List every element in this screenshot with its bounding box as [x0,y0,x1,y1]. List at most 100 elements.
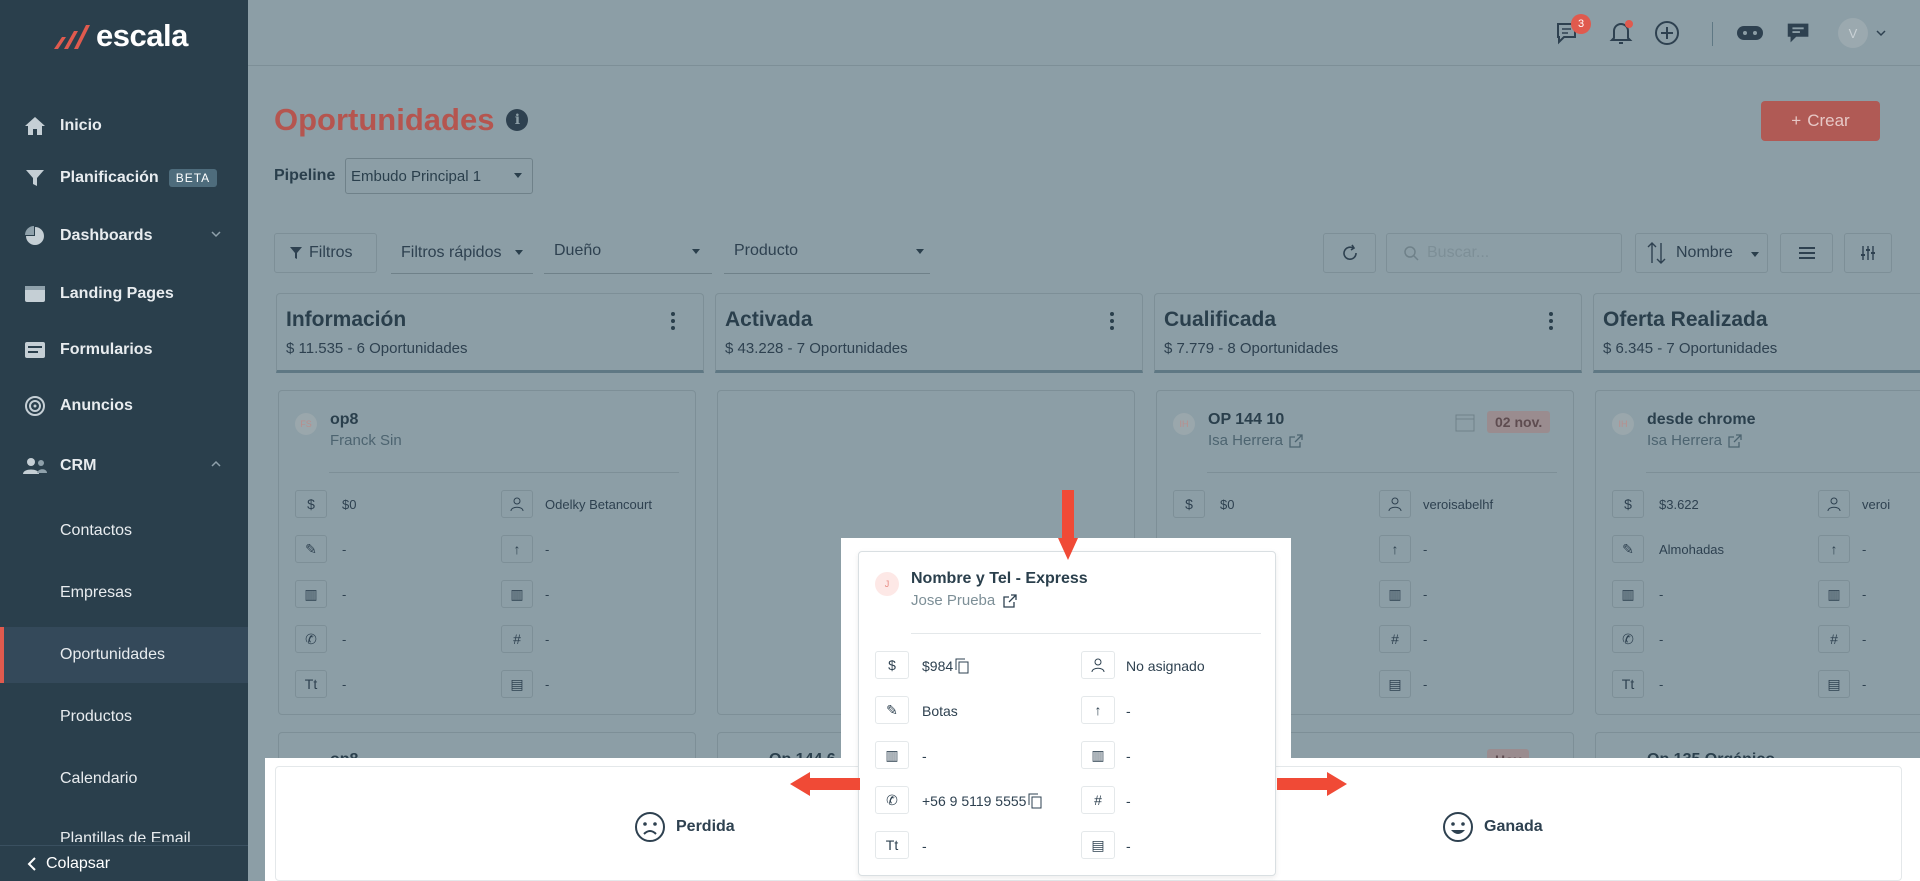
filters-label: Filtros [309,244,353,261]
column-subtitle: $ 7.779 - 8 Oportunidades [1164,340,1339,357]
external-link-icon[interactable] [1728,433,1742,448]
list-view-button[interactable] [1780,233,1833,273]
create-button[interactable]: + Crear [1761,101,1880,141]
column-title: Cualificada [1164,308,1277,331]
sidebar-item-inicio[interactable]: Inicio [0,100,248,152]
sidebar-item-contactos[interactable]: Contactos [0,503,248,559]
table-value: - [545,677,550,692]
product-icon: ✎ [1612,535,1644,563]
sidebar-item-dashboards[interactable]: Dashboards [0,210,248,262]
sidebar-item-productos[interactable]: Productos [0,689,248,745]
sidebar-item-formularios[interactable]: Formularios [0,324,248,376]
product-icon: ✎ [875,696,909,724]
column-menu-icon[interactable] [671,312,675,330]
add-circle-icon[interactable] [1652,18,1682,48]
card-title[interactable]: Nombre y Tel - Express [911,570,1088,588]
chevron-down-icon[interactable] [1876,29,1886,37]
caret-down-icon [916,249,924,254]
product-value: Almohadas [1659,542,1725,557]
owner-avatar: J [875,572,899,596]
chevron-down-icon [211,231,221,238]
sidebar-item-empresas[interactable]: Empresas [0,565,248,621]
column-subtitle: $ 43.228 - 7 Oportunidades [725,340,908,357]
amount-value: $0 [1220,497,1235,512]
owner-avatar: FS [295,413,317,435]
company-value: - [342,587,347,602]
sidebar-item-crm[interactable]: CRM [0,440,248,492]
assignee-value: Odelky Betancourt [545,497,652,512]
sidebar-item-oportunidades[interactable]: Oportunidades [0,627,248,683]
top-bar: 3 V [248,0,1920,66]
sort-select[interactable]: Nombre [1635,233,1768,273]
down-arrow-icon [1058,490,1078,560]
opportunity-card[interactable]: FS op8 Franck Sin $ $0 Odelky Betancourt… [278,390,696,715]
won-drop-zone[interactable]: Ganada [1442,811,1543,843]
phone-value: +56 9 5119 5555 [922,793,1027,809]
arrow-up-icon: ↑ [1818,535,1850,563]
collapse-button[interactable]: Colapsar [0,845,248,881]
info-icon[interactable]: i [506,109,529,131]
dragged-opportunity-card[interactable]: J Nombre y Tel - Express Jose Prueba $ $… [858,551,1276,876]
text-icon: Tt [875,831,909,859]
number-value: - [1423,632,1428,647]
pipeline-select[interactable]: Embudo Principal 1 [345,158,533,194]
quick-filters-select[interactable]: Filtros rápidos [391,232,533,274]
phone-icon: ✆ [295,625,327,653]
sidebar-item-label: Formularios [60,341,153,358]
refresh-button[interactable] [1323,233,1376,273]
column-menu-icon[interactable] [1549,312,1553,330]
bell-icon[interactable] [1606,18,1636,48]
person-icon [501,490,533,518]
copy-icon[interactable] [955,658,969,674]
hash-icon: # [1081,786,1115,814]
settings-button[interactable] [1844,233,1892,273]
divider [911,633,1261,634]
owner-select[interactable]: Dueño [544,232,712,274]
sidebar-item-landing-pages[interactable]: Landing Pages [0,268,248,320]
sidebar-item-plantillas[interactable]: Plantillas de Email [0,812,248,842]
happy-face-icon [1443,812,1473,842]
lost-drop-zone[interactable]: Perdida [634,811,735,843]
card-title[interactable]: op8 [330,411,358,429]
amount-field: $984 [922,658,969,674]
card-title[interactable]: desde chrome [1647,411,1755,429]
text-value: - [922,838,927,854]
copy-icon[interactable] [1028,793,1042,809]
sidebar-item-label: Anuncios [60,397,133,414]
search-placeholder: Buscar... [1427,244,1490,261]
card-owner: Franck Sin [330,432,402,449]
sidebar-item-planificacion[interactable]: Planificación BETA [0,152,248,204]
notification-dot [1625,20,1633,28]
opportunity-card[interactable]: IH desde chrome Isa Herrera $ $3.622 ver… [1595,390,1920,715]
card-title[interactable]: OP 144 10 [1208,411,1284,429]
column-menu-icon[interactable] [1110,312,1114,330]
external-link-icon[interactable] [1003,593,1017,608]
filters-button[interactable]: Filtros [274,233,377,273]
lost-label: Perdida [676,818,735,835]
dollar-icon: $ [875,651,909,679]
support-chat-icon[interactable] [1784,18,1814,48]
collapse-label: Colapsar [46,854,111,872]
text-icon: Tt [1612,670,1644,698]
phone-value: - [342,632,347,647]
sidebar-item-anuncios[interactable]: Anuncios [0,380,248,432]
chat-icon[interactable]: 3 [1553,14,1591,48]
company-icon: ▥ [1379,580,1411,608]
product-select[interactable]: Producto [724,232,930,274]
company-icon: ▥ [1612,580,1644,608]
search-field[interactable]: Buscar... [1386,233,1622,273]
beta-badge: BETA [168,169,218,187]
logo-mark-icon [54,25,90,49]
external-link-icon[interactable] [1289,433,1303,448]
filter-icon [22,165,48,191]
assignee-value: No asignado [1126,658,1205,674]
avatar[interactable]: V [1838,18,1868,48]
escala-logo[interactable]: escala [52,18,188,54]
priority-value: - [545,542,550,557]
list-icon [1798,247,1815,259]
phone-icon: ✆ [875,786,909,814]
table-value: - [1423,677,1428,692]
gamepad-icon[interactable] [1735,18,1765,48]
sidebar-item-calendario[interactable]: Calendario [0,751,248,807]
table-icon: ▤ [1379,670,1411,698]
